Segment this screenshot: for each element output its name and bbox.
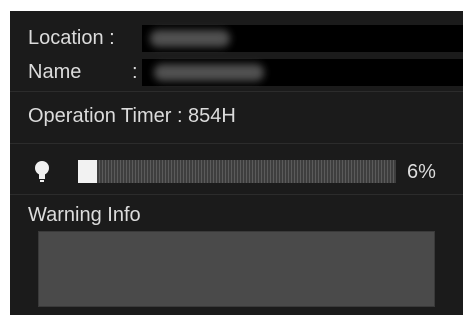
warning-info-label: Warning Info bbox=[28, 204, 141, 226]
location-value-redacted bbox=[142, 25, 463, 52]
lamp-life-percent: 6% bbox=[407, 161, 436, 183]
warning-info-box bbox=[38, 231, 435, 307]
name-label: Name bbox=[28, 61, 82, 83]
lamp-status-panel: Location : Name : Operation Timer : 854H… bbox=[10, 11, 463, 315]
operation-timer-text: Operation Timer : 854H bbox=[28, 105, 236, 127]
light-bulb-icon bbox=[35, 161, 49, 182]
lamp-life-bar-fill bbox=[78, 160, 98, 183]
location-label: Location : bbox=[28, 27, 115, 49]
divider bbox=[10, 194, 463, 195]
divider bbox=[10, 91, 463, 92]
divider bbox=[10, 143, 463, 144]
name-value-redacted bbox=[142, 59, 463, 86]
lamp-life-bar bbox=[78, 160, 396, 183]
name-separator: : bbox=[132, 61, 138, 83]
